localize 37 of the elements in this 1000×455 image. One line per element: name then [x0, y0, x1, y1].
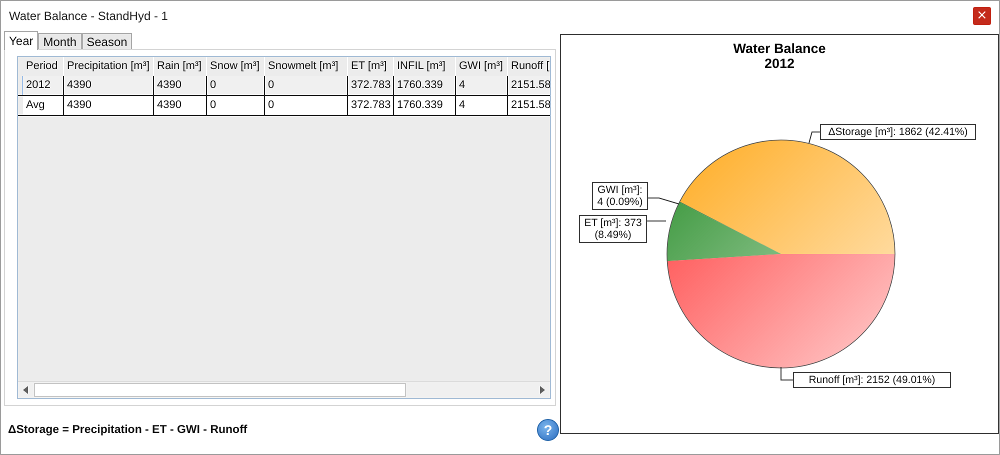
chart-title: Water Balance	[732, 41, 827, 56]
table-cell: 2012	[23, 76, 64, 95]
close-button[interactable]: ×	[973, 7, 991, 25]
table-cell: 4390	[154, 76, 207, 95]
window-title: Water Balance - StandHyd - 1	[9, 9, 168, 23]
tab[interactable]: Month	[38, 33, 82, 49]
table-cell: 1760.339	[394, 96, 456, 115]
table-cell: 4	[456, 76, 508, 95]
leader-line	[646, 220, 666, 222]
table-cell: 372.783	[348, 76, 394, 95]
table-cell: 372.783	[348, 96, 394, 115]
slice-label: GWI [m³]: 4 (0.09%)	[592, 182, 648, 210]
table-row[interactable]: 2012 4390 4390 0 0 372.783 1760.339 4 2151.58	[18, 76, 550, 96]
slice-label: ΔStorage [m³]: 1862 (42.41%)	[820, 124, 976, 140]
table-cell: 4	[456, 96, 508, 115]
leader-line	[808, 132, 820, 144]
leader-line	[648, 198, 680, 204]
tab[interactable]: Season	[82, 33, 132, 49]
formula-text: ΔStorage = Precipitation - ET - GWI - Runoff	[8, 424, 248, 436]
table-cell: 4390	[64, 96, 154, 115]
leader-line	[780, 366, 794, 380]
table-cell: 0	[265, 76, 348, 95]
row-header[interactable]	[18, 76, 23, 95]
table-cell: 1760.339	[394, 76, 456, 95]
table-cell: 0	[265, 96, 348, 115]
table-cell: 0	[207, 76, 265, 95]
tab[interactable]: Year	[4, 31, 38, 50]
table-cell: 0	[207, 96, 265, 115]
horizontal-scrollbar[interactable]	[18, 381, 550, 398]
table-row[interactable]: Avg 4390 4390 0 0 372.783 1760.339 4 2151.58	[18, 96, 550, 116]
slice-label: Runoff [m³]: 2152 (49.01%)	[793, 372, 951, 388]
chart-subtitle: 2012	[763, 56, 796, 71]
scroll-thumb[interactable]	[34, 383, 406, 397]
table-cell: Avg	[23, 96, 64, 115]
slice-label: ET [m³]: 373 (8.49%)	[579, 215, 647, 243]
table-cell: 4390	[64, 76, 154, 95]
table-cell: 4390	[154, 96, 207, 115]
